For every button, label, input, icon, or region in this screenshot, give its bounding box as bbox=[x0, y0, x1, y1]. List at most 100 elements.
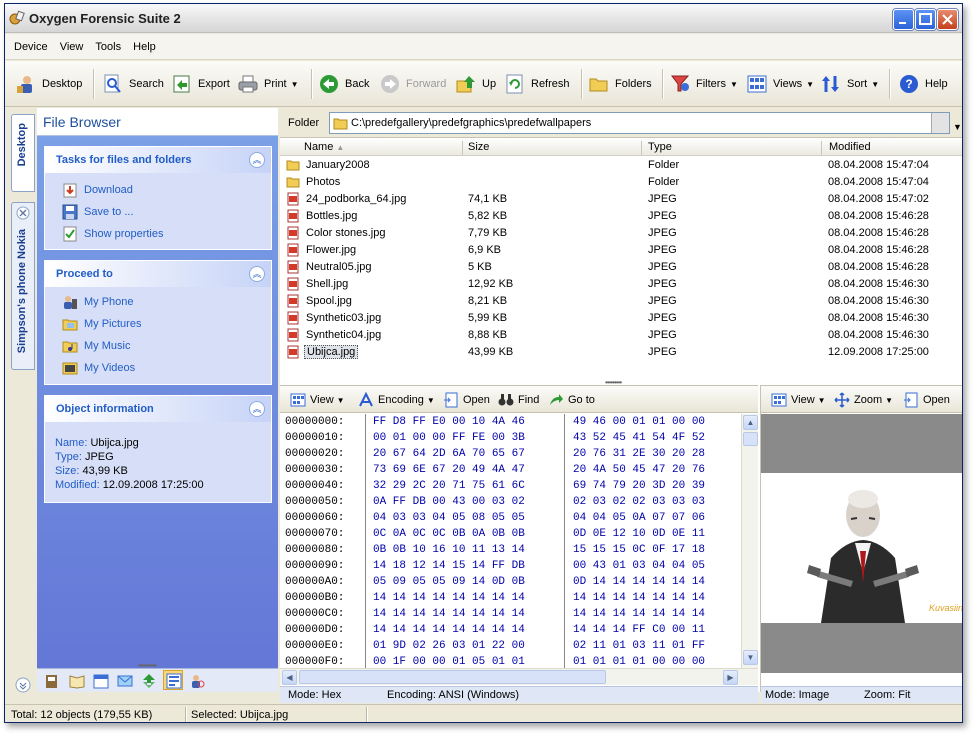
proceed-my-phone[interactable]: My Phone bbox=[45, 291, 271, 313]
hex-row[interactable]: 00000080: 0B 0B 10 16 10 11 13 14 15 15 15… bbox=[280, 542, 742, 558]
hex-row[interactable]: 00000060: 04 03 03 04 05 08 05 05 04 04 05… bbox=[280, 510, 742, 526]
hex-row[interactable]: 00000040: 32 29 2C 20 71 75 61 6C 69 74 79… bbox=[280, 478, 742, 494]
hex-row[interactable]: 000000D0: 14 14 14 14 14 14 14 14 14 14 14… bbox=[280, 622, 742, 638]
task-save-to[interactable]: Save to ... bbox=[45, 201, 271, 223]
hex-row[interactable]: 000000F0: 00 1F 00 00 01 05 01 01 01 01 01… bbox=[280, 654, 742, 668]
scroll-down-icon[interactable]: ▼ bbox=[743, 650, 758, 665]
hex-row[interactable]: 00000050: 0A FF DB 00 43 00 03 02 02 03 02… bbox=[280, 494, 742, 510]
col-size-header[interactable]: Size bbox=[468, 141, 489, 153]
hex-row[interactable]: 00000070: 0C 0A 0C 0C 0B 0A 0B 0B 0D 0E 12… bbox=[280, 526, 742, 542]
sort-button[interactable]: Sort ▼ bbox=[820, 71, 879, 97]
col-modified-header[interactable]: Modified bbox=[829, 141, 871, 153]
hex-row[interactable]: 00000020: 20 67 64 2D 6A 70 65 67 20 76 31… bbox=[280, 446, 742, 462]
file-browser-nav-button[interactable] bbox=[163, 670, 183, 690]
hex-row[interactable]: 00000000: FF D8 FF E0 00 10 4A 46 49 46 00… bbox=[280, 414, 742, 430]
hex-vertical-scrollbar[interactable]: ▲ ▼ bbox=[741, 414, 758, 668]
tasks-panel-header[interactable]: Tasks for files and folders ︽ bbox=[45, 147, 271, 173]
hex-encoding-button[interactable]: Encoding ▼ bbox=[358, 392, 435, 408]
file-row[interactable]: 24_podborka_64.jpg 74,1 KB JPEG 08.04.2008 … bbox=[280, 191, 962, 208]
minimize-button[interactable] bbox=[893, 9, 914, 30]
tab-desktop[interactable]: Desktop bbox=[11, 114, 35, 192]
hex-row[interactable]: 000000E0: 01 9D 02 26 03 01 22 00 02 11 01… bbox=[280, 638, 742, 654]
task-show-properties[interactable]: Show properties bbox=[45, 223, 271, 245]
hex-row[interactable]: 000000C0: 14 14 14 14 14 14 14 14 14 14 14… bbox=[280, 606, 742, 622]
tab-simpsons-phone[interactable]: Simpson's phone Nokia bbox=[11, 202, 35, 370]
hex-row[interactable]: 00000090: 14 18 12 14 15 14 FF DB 00 43 01… bbox=[280, 558, 742, 574]
image-preview-area[interactable]: Kuvasiin bbox=[761, 414, 962, 673]
book-icon[interactable] bbox=[69, 673, 85, 689]
col-type-header[interactable]: Type bbox=[648, 141, 672, 153]
folder-path-combobox[interactable]: C:\predefgallery\predefgraphics\predefwa… bbox=[329, 112, 962, 134]
hex-view-button[interactable]: View ▼ bbox=[290, 392, 345, 408]
sort-dropdown-icon[interactable]: ▼ bbox=[871, 80, 879, 89]
proceed-panel-header[interactable]: Proceed to ︽ bbox=[45, 261, 271, 287]
file-row[interactable]: Bottles.jpg 5,82 KB JPEG 08.04.2008 15:46:2… bbox=[280, 208, 962, 225]
hex-horizontal-scrollbar[interactable]: ◀ ▶ bbox=[280, 668, 758, 685]
scroll-up-icon[interactable]: ▲ bbox=[743, 415, 758, 430]
task-download[interactable]: Download bbox=[45, 179, 271, 201]
up-button[interactable]: Up bbox=[455, 71, 496, 97]
file-row[interactable]: Synthetic03.jpg 5,99 KB JPEG 08.04.2008 15:… bbox=[280, 310, 962, 327]
scroll-left-icon[interactable]: ◀ bbox=[282, 670, 297, 685]
hex-dump[interactable]: 00000000: FF D8 FF E0 00 10 4A 46 49 46 00… bbox=[280, 414, 742, 668]
file-row[interactable]: Color stones.jpg 7,79 KB JPEG 08.04.2008 15… bbox=[280, 225, 962, 242]
message-icon[interactable] bbox=[117, 673, 133, 689]
maximize-button[interactable] bbox=[915, 9, 936, 30]
forward-button[interactable]: Forward bbox=[379, 71, 446, 97]
scroll-right-icon[interactable]: ▶ bbox=[723, 670, 738, 685]
proceed-my-videos[interactable]: My Videos bbox=[45, 357, 271, 379]
print-button[interactable]: Print ▼ bbox=[237, 71, 299, 97]
proceed-my-music[interactable]: My Music bbox=[45, 335, 271, 357]
back-button[interactable]: Back bbox=[318, 71, 369, 97]
hex-row[interactable]: 00000010: 00 01 00 00 FF FE 00 3B 43 52 45… bbox=[280, 430, 742, 446]
help-button[interactable]: ? Help bbox=[898, 71, 948, 97]
file-row[interactable]: Flower.jpg 6,9 KB JPEG 08.04.2008 15:46:28 bbox=[280, 242, 962, 259]
filters-button[interactable]: Filters ▼ bbox=[669, 71, 738, 97]
file-row[interactable]: Photos Folder 08.04.2008 15:47:04 bbox=[280, 174, 962, 191]
menu-view[interactable]: View bbox=[60, 41, 84, 53]
hex-hscroll-thumb[interactable] bbox=[299, 670, 606, 684]
phonebook-icon[interactable] bbox=[45, 673, 61, 689]
proceed-my-pictures[interactable]: My Pictures bbox=[45, 313, 271, 335]
print-dropdown-icon[interactable]: ▼ bbox=[291, 80, 299, 89]
file-row[interactable]: Ubijca.jpg 43,99 KB JPEG 12.09.2008 17:25:0… bbox=[280, 344, 962, 361]
collapse-down-icon[interactable] bbox=[15, 677, 31, 693]
user-search-icon[interactable] bbox=[189, 673, 205, 689]
image-open-button[interactable]: Open bbox=[903, 392, 950, 408]
col-name-header[interactable]: Name ▲ bbox=[304, 141, 344, 153]
views-button[interactable]: Views ▼ bbox=[746, 71, 814, 97]
menu-help[interactable]: Help bbox=[133, 41, 156, 53]
hex-open-button[interactable]: Open bbox=[443, 392, 490, 408]
export-button[interactable]: Export bbox=[171, 71, 230, 97]
file-row[interactable]: Synthetic04.jpg 8,88 KB JPEG 08.04.2008 15:… bbox=[280, 327, 962, 344]
views-dropdown-icon[interactable]: ▼ bbox=[806, 80, 814, 89]
transfer-arrows-icon[interactable] bbox=[141, 673, 157, 689]
hex-goto-button[interactable]: Go to bbox=[548, 392, 595, 408]
image-view-button[interactable]: View ▼ bbox=[771, 392, 826, 408]
hex-scroll-thumb[interactable] bbox=[743, 432, 758, 446]
close-tab-icon[interactable] bbox=[16, 206, 30, 220]
chevron-up-icon[interactable]: ︽ bbox=[249, 266, 265, 282]
menu-device[interactable]: Device bbox=[14, 41, 48, 53]
object-info-header[interactable]: Object information ︽ bbox=[45, 396, 271, 422]
file-row[interactable]: Shell.jpg 12,92 KB JPEG 08.04.2008 15:46:30 bbox=[280, 276, 962, 293]
hex-find-button[interactable]: Find bbox=[498, 392, 539, 408]
desktop-button[interactable]: Desktop bbox=[15, 71, 82, 97]
image-zoom-button[interactable]: Zoom ▼ bbox=[834, 392, 893, 408]
hex-row[interactable]: 00000030: 73 69 6E 67 20 49 4A 47 20 4A 50… bbox=[280, 462, 742, 478]
hex-row[interactable]: 000000B0: 14 14 14 14 14 14 14 14 14 14 14… bbox=[280, 590, 742, 606]
menu-tools[interactable]: Tools bbox=[95, 41, 121, 53]
chevron-up-icon[interactable]: ︽ bbox=[249, 401, 265, 417]
folders-button[interactable]: Folders bbox=[588, 71, 652, 97]
chevron-up-icon[interactable]: ︽ bbox=[249, 152, 265, 168]
file-row[interactable]: January2008 Folder 08.04.2008 15:47:04 bbox=[280, 157, 962, 174]
hex-row[interactable]: 000000A0: 05 09 05 05 09 14 0D 0B 0D 14 14… bbox=[280, 574, 742, 590]
calendar-icon[interactable] bbox=[93, 673, 109, 689]
filters-dropdown-icon[interactable]: ▼ bbox=[730, 80, 738, 89]
file-row[interactable]: Neutral05.jpg 5 KB JPEG 08.04.2008 15:46:28 bbox=[280, 259, 962, 276]
close-button[interactable] bbox=[937, 9, 958, 30]
file-row[interactable]: Spool.jpg 8,21 KB JPEG 08.04.2008 15:46:30 bbox=[280, 293, 962, 310]
search-button[interactable]: Search bbox=[102, 71, 164, 97]
folder-dropdown-button[interactable]: ▼ bbox=[931, 113, 962, 133]
refresh-button[interactable]: Refresh bbox=[504, 71, 570, 97]
